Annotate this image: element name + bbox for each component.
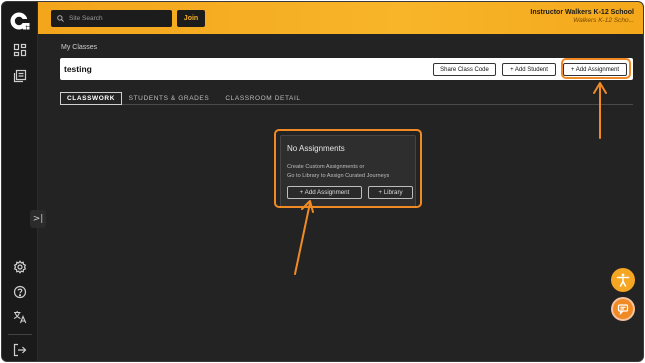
accessibility-icon: [616, 273, 630, 287]
share-class-code-button[interactable]: Share Class Code: [433, 63, 496, 76]
translate-icon[interactable]: [13, 310, 27, 324]
accessibility-button[interactable]: [611, 268, 635, 292]
highlight-box: [274, 129, 422, 208]
sidebar-divider: [8, 334, 32, 335]
tab-classwork[interactable]: CLASSWORK: [60, 92, 122, 105]
user-info[interactable]: Instructor Walkers K-12 School Walkers K…: [530, 9, 634, 24]
chat-button[interactable]: [611, 297, 635, 321]
gear-icon[interactable]: [13, 260, 27, 274]
class-title: testing: [64, 64, 92, 74]
user-name: Instructor Walkers K-12 School: [530, 9, 634, 16]
site-search[interactable]: [51, 10, 172, 27]
search-input[interactable]: [69, 15, 159, 22]
logo-icon[interactable]: [9, 10, 31, 32]
user-school: Walkers K-12 Scho...: [573, 17, 634, 24]
class-tabs: CLASSWORK STUDENTS & GRADES CLASSROOM DE…: [60, 92, 633, 105]
tab-classroom-detail[interactable]: CLASSROOM DETAIL: [220, 92, 306, 105]
sidebar-collapse-button[interactable]: >|: [30, 210, 46, 228]
join-button[interactable]: Join: [177, 10, 205, 27]
tab-students-grades[interactable]: STUDENTS & GRADES: [126, 92, 212, 105]
logout-icon[interactable]: [13, 343, 27, 357]
search-icon: [57, 15, 64, 22]
top-header: Join Instructor Walkers K-12 School Walk…: [38, 2, 643, 34]
sidebar: [2, 2, 38, 361]
highlight-box: [561, 58, 631, 79]
add-student-button[interactable]: + Add Student: [502, 63, 556, 76]
dashboard-icon[interactable]: [13, 43, 27, 57]
breadcrumb[interactable]: My Classes: [61, 44, 97, 51]
library-icon[interactable]: [13, 69, 27, 83]
chat-icon: [617, 304, 629, 315]
main-content: My Classes testing Share Class Code + Ad…: [38, 34, 643, 361]
help-icon[interactable]: [13, 285, 27, 299]
class-header-bar: testing Share Class Code + Add Student +…: [60, 58, 633, 80]
app-window: >| Join Instructor Walkers K-12 School W…: [1, 1, 644, 362]
